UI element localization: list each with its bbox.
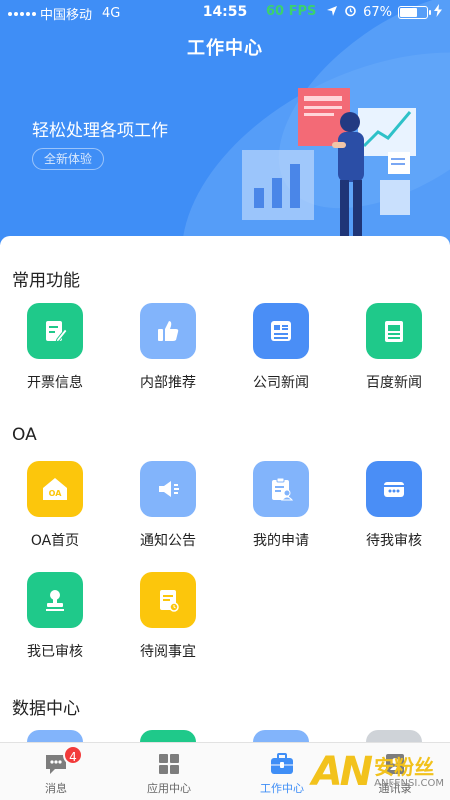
- section-title-common: 常用功能: [12, 271, 80, 291]
- card-dots-icon: [366, 461, 422, 517]
- banner-badge[interactable]: 全新体验: [32, 148, 105, 170]
- tile-baidu-news[interactable]: 百度新闻: [339, 303, 449, 392]
- tile-label: 我的申请: [253, 533, 309, 549]
- apps-grid-icon: [156, 751, 182, 777]
- invoice-edit-icon: [27, 303, 83, 359]
- tile-label: 百度新闻: [366, 375, 422, 391]
- tile-label: 待阅事宜: [140, 644, 196, 660]
- watermark-an: AN: [311, 749, 373, 795]
- location-arrow-icon: [326, 5, 338, 21]
- watermark-name: 安粉丝: [374, 754, 435, 779]
- tab-label: 消息: [45, 782, 67, 795]
- unread-badge: 4: [63, 745, 83, 765]
- tile-label: OA首页: [30, 533, 80, 549]
- section-title-oa: OA: [12, 425, 37, 445]
- alarm-icon: [344, 4, 357, 21]
- office-illustration: [242, 88, 416, 242]
- news-icon: [253, 303, 309, 359]
- tile-oa-home[interactable]: OA OA首页: [0, 461, 110, 550]
- tile-invoice-info[interactable]: 开票信息: [0, 303, 110, 392]
- message-icon: 4: [43, 745, 83, 777]
- tile-label: 我已审核: [27, 644, 83, 660]
- tile-label: 待我审核: [366, 533, 422, 549]
- document-clock-icon: [140, 572, 196, 628]
- charging-bolt-icon: [434, 4, 442, 21]
- newspaper-icon: [366, 303, 422, 359]
- section-title-data: 数据中心: [12, 699, 80, 719]
- oa-home-icon: OA: [27, 461, 83, 517]
- data-tile-partial[interactable]: [27, 730, 83, 742]
- tile-notice[interactable]: 通知公告: [113, 461, 223, 550]
- thumbs-up-icon: [140, 303, 196, 359]
- header-banner: 中国移动 4G 14:55 60 FPS 67% 工作中心 轻松处理各项工作 全…: [0, 0, 450, 245]
- tile-internal-referral[interactable]: 内部推荐: [113, 303, 223, 392]
- svg-text:OA: OA: [49, 489, 63, 498]
- banner-slogan: 轻松处理各项工作: [32, 121, 168, 141]
- tab-app-center[interactable]: 应用中心: [113, 743, 225, 800]
- tile-label: 公司新闻: [253, 375, 309, 391]
- watermark-logo: AN 安粉丝 ANFENSI.COM: [312, 752, 444, 792]
- tile-label: 内部推荐: [140, 375, 196, 391]
- tile-label: 开票信息: [27, 375, 83, 391]
- tile-company-news[interactable]: 公司新闻: [226, 303, 336, 392]
- watermark-url: ANFENSI.COM: [374, 777, 444, 789]
- fps-counter: 60 FPS: [266, 4, 317, 19]
- data-tile-partial[interactable]: [366, 730, 422, 742]
- tab-label: 应用中心: [147, 782, 191, 795]
- tile-pending-review[interactable]: 待我审核: [339, 461, 449, 550]
- clipboard-person-icon: [253, 461, 309, 517]
- battery-percent: 67%: [363, 5, 392, 20]
- tile-reviewed[interactable]: 我已审核: [0, 572, 110, 661]
- data-tile-partial[interactable]: [253, 730, 309, 742]
- status-bar: 中国移动 4G 14:55 60 FPS 67%: [0, 0, 450, 26]
- data-tile-partial[interactable]: [140, 730, 196, 742]
- stamp-icon: [27, 572, 83, 628]
- page-title: 工作中心: [187, 38, 263, 59]
- tab-messages[interactable]: 4 消息: [0, 743, 112, 800]
- tile-my-applications[interactable]: 我的申请: [226, 461, 336, 550]
- tile-to-read[interactable]: 待阅事宜: [113, 572, 223, 661]
- tile-label: 通知公告: [140, 533, 196, 549]
- battery-icon: [398, 6, 431, 19]
- function-panel: 常用功能 开票信息 内部推荐 公司新闻 百度新闻 OA OA OA首页 通知公告…: [0, 236, 450, 742]
- megaphone-icon: [140, 461, 196, 517]
- briefcase-icon: [269, 751, 295, 777]
